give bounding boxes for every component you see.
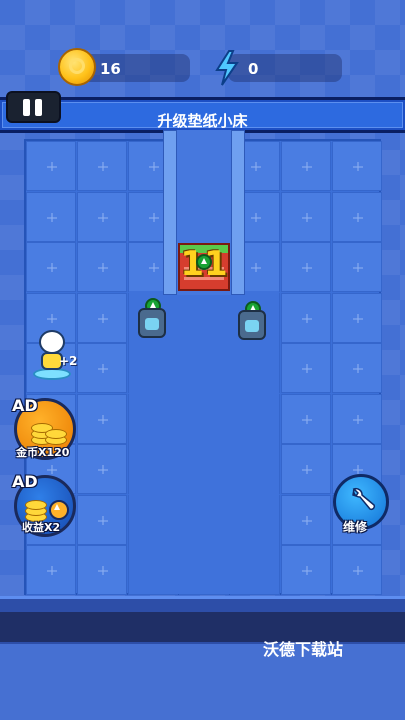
task-title: 升级垫纸小床 xyxy=(157,112,248,130)
board-tile[interactable] xyxy=(332,141,382,191)
board-tile[interactable] xyxy=(281,191,331,242)
pause-button[interactable] xyxy=(6,91,61,123)
coin-count: 16 xyxy=(100,60,121,78)
board-tile[interactable] xyxy=(77,191,127,242)
corridor-wall-left xyxy=(163,130,177,295)
lightning-icon xyxy=(215,50,239,86)
board-tile[interactable] xyxy=(332,393,382,444)
board-tile[interactable] xyxy=(77,393,127,444)
board-tile[interactable] xyxy=(26,141,76,191)
board-tile[interactable] xyxy=(281,393,331,444)
upgrade-arrow-icon[interactable] xyxy=(196,254,212,270)
board-tile[interactable] xyxy=(281,242,331,292)
board-tile[interactable] xyxy=(77,494,127,545)
resource-bar: 16 0 xyxy=(0,48,405,88)
ad-coins-label: 金币X120 xyxy=(16,446,70,459)
board-tile[interactable] xyxy=(77,444,127,494)
board-tile[interactable] xyxy=(281,343,331,393)
board-tile[interactable] xyxy=(332,343,382,393)
board-tile[interactable] xyxy=(77,242,127,292)
upgrade-arrow-icon xyxy=(49,500,69,520)
coin-icon xyxy=(58,48,96,86)
board-tile[interactable] xyxy=(26,545,76,595)
coin-stack-icon xyxy=(45,429,67,439)
board-tile[interactable] xyxy=(281,545,331,595)
coin-stack-icon xyxy=(25,500,47,510)
board-tile[interactable] xyxy=(77,292,127,343)
board-tile[interactable] xyxy=(281,292,331,343)
board-tile[interactable] xyxy=(332,242,382,292)
corridor-wall-right xyxy=(231,130,245,295)
board-tile[interactable] xyxy=(26,191,76,242)
board-tile[interactable] xyxy=(281,444,331,494)
pause-icon xyxy=(23,99,30,116)
board-tile[interactable] xyxy=(77,545,127,595)
board-tile[interactable] xyxy=(332,191,382,242)
watermark: 沃德下载站 xyxy=(263,640,344,659)
board-tile[interactable] xyxy=(26,242,76,292)
character-head xyxy=(39,330,65,354)
turret-left[interactable] xyxy=(138,308,166,338)
bottom-shadow xyxy=(0,612,405,642)
pause-icon-bar xyxy=(35,99,42,116)
repair-label: 维修 xyxy=(343,520,368,534)
turret-right[interactable] xyxy=(238,310,266,340)
energy-count: 0 xyxy=(248,60,259,78)
board-tile[interactable] xyxy=(332,292,382,343)
board-tile[interactable] xyxy=(332,545,382,595)
board-tile[interactable] xyxy=(281,494,331,545)
board-tile[interactable] xyxy=(77,343,127,393)
task-title-panel: 升级垫纸小床 xyxy=(2,102,403,130)
wrench-icon xyxy=(352,487,376,511)
energy-counter-pill xyxy=(228,54,342,82)
ad-income-label: 收益X2 xyxy=(22,521,61,534)
ad-income-badge: AD xyxy=(12,472,38,491)
board-tile[interactable] xyxy=(77,141,127,191)
ad-coins-badge: AD xyxy=(12,396,38,415)
bottom-floor xyxy=(0,644,405,720)
character-bonus: +2 xyxy=(59,354,78,368)
board-tile[interactable] xyxy=(281,141,331,191)
